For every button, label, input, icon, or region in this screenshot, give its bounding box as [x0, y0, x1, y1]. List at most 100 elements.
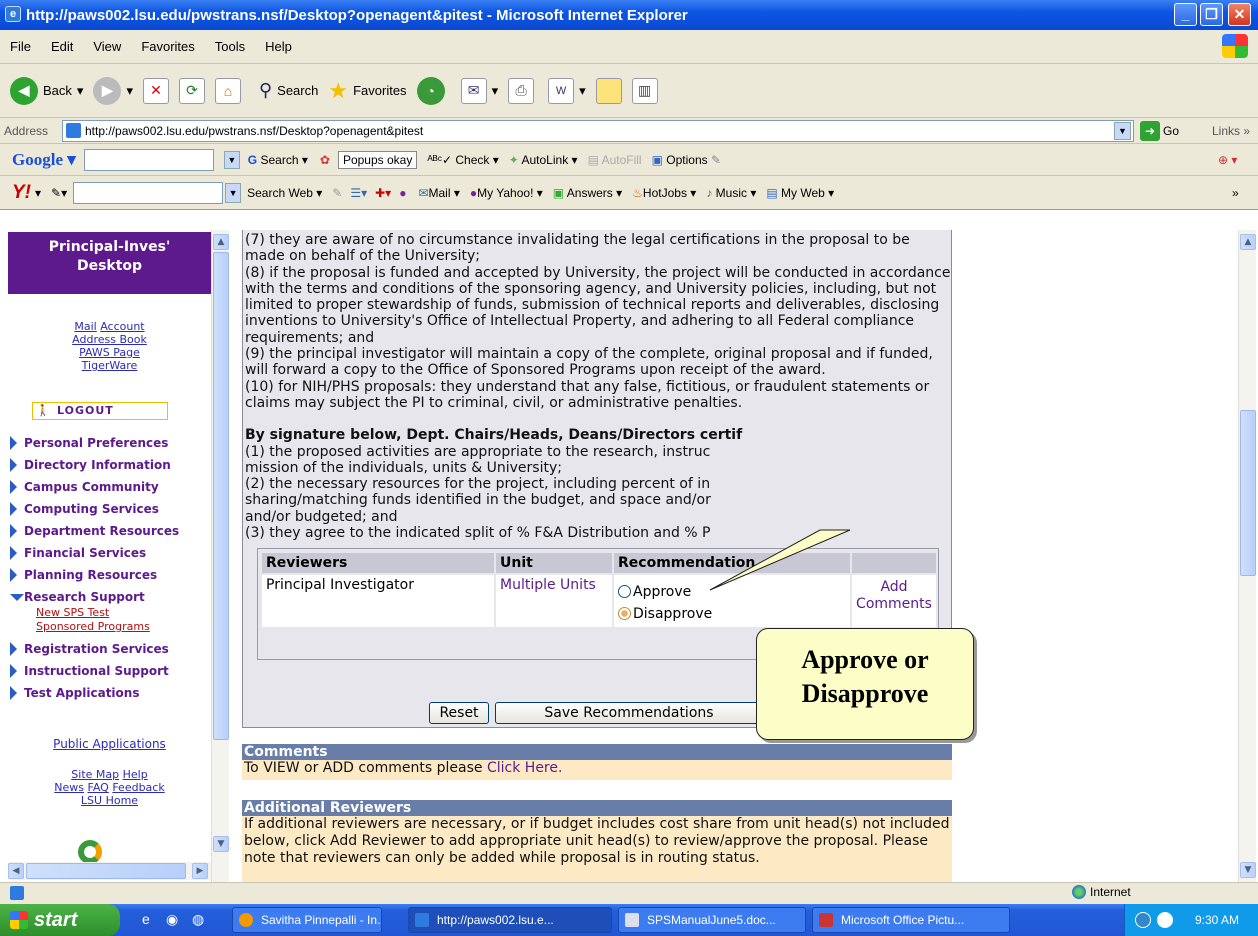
nav-personal-preferences[interactable]: Personal Preferences	[8, 436, 211, 450]
layout-icon[interactable]: ☰▾	[350, 186, 367, 200]
yahoo-logo[interactable]: Y!	[12, 182, 31, 204]
autolink-button[interactable]: ✦ AutoLink ▾	[509, 153, 578, 167]
task-paws[interactable]: http://paws002.lsu.e...	[408, 907, 612, 933]
antispy-icon[interactable]: ✚▾	[375, 186, 391, 200]
word-icon[interactable]: W	[548, 77, 575, 104]
address-input[interactable]: http://paws002.lsu.edu/pwstrans.nsf/Desk…	[62, 120, 1134, 142]
translate-icon[interactable]: ⊕ ▾	[1218, 153, 1237, 167]
sub-new-sps-test[interactable]: New SPS Test	[36, 606, 109, 619]
menu-edit[interactable]: Edit	[41, 39, 83, 54]
yahoo-menu-dropdown[interactable]: ▾	[35, 186, 41, 200]
lsu-home-link[interactable]: LSU Home	[81, 794, 138, 807]
nav-registration-services[interactable]: Registration Services	[8, 642, 211, 656]
yahoo-circle-icon[interactable]: ●	[399, 186, 406, 200]
google-search-input[interactable]	[83, 148, 214, 171]
google-dropdown-icon[interactable]: ▼	[223, 150, 240, 169]
h-scroll-thumb[interactable]	[26, 863, 186, 879]
menu-file[interactable]: File	[0, 39, 41, 54]
main-vertical-scrollbar[interactable]: ▲ ▼	[1238, 230, 1256, 882]
task-office-picture[interactable]: Microsoft Office Pictu...	[812, 907, 1010, 933]
maximize-button[interactable]: ❐	[1200, 3, 1223, 26]
nav-research-support[interactable]: Research Support	[8, 590, 211, 604]
yahoo-mail-button[interactable]: ✉Mail ▾	[418, 186, 459, 200]
left-horizontal-scrollbar[interactable]: ◀ ▶	[8, 862, 211, 880]
research-icon[interactable]: ▥	[631, 77, 658, 104]
faq-link[interactable]: FAQ	[88, 781, 109, 794]
search-web-button[interactable]: Search Web ▾	[247, 186, 322, 200]
menu-view[interactable]: View	[83, 39, 131, 54]
start-button[interactable]: start	[0, 904, 120, 936]
menu-favorites[interactable]: Favorites	[131, 39, 204, 54]
home-icon[interactable]: ⌂	[214, 77, 241, 104]
menu-help[interactable]: Help	[255, 39, 302, 54]
hotjobs-button[interactable]: ♨HotJobs ▾	[632, 186, 696, 200]
go-button[interactable]: ➜ Go	[1140, 120, 1179, 141]
task-word-doc[interactable]: SPSManualJune5.doc...	[618, 907, 806, 933]
folder-icon[interactable]	[595, 77, 622, 104]
save-recommendations-button[interactable]: Save Recommendations	[495, 702, 763, 724]
disapprove-radio[interactable]: Disapprove	[618, 603, 846, 625]
paws-page-link[interactable]: PAWS Page	[79, 346, 140, 359]
search-button[interactable]: ⚲ Search	[259, 80, 318, 101]
tigerware-link[interactable]: TigerWare	[82, 359, 138, 372]
news-link[interactable]: News	[54, 781, 84, 794]
site-map-link[interactable]: Site Map	[71, 768, 119, 781]
google-logo[interactable]: Google ▾	[12, 150, 76, 170]
scroll-down-icon[interactable]: ▼	[213, 836, 229, 852]
history-icon[interactable]: ◔	[416, 76, 445, 105]
minimize-button[interactable]: _	[1174, 3, 1197, 26]
scroll-thumb[interactable]	[213, 252, 229, 740]
options-button[interactable]: ▣ Options ✎	[652, 153, 721, 167]
links-button[interactable]: Links »	[1212, 124, 1250, 138]
scroll-up-icon[interactable]: ▲	[213, 234, 229, 250]
pencil-icon[interactable]: ✎▾	[51, 186, 67, 200]
refresh-icon[interactable]: ⟳	[178, 77, 205, 104]
tray-network-icon[interactable]	[1157, 912, 1173, 928]
highlight-icon[interactable]: ✎	[332, 186, 342, 200]
yahoo-dropdown-icon[interactable]: ▼	[225, 182, 242, 203]
yahoo-search-input[interactable]	[73, 181, 224, 204]
nav-directory-information[interactable]: Directory Information	[8, 458, 211, 472]
my-yahoo-button[interactable]: ●My Yahoo! ▾	[470, 186, 543, 200]
nav-instructional-support[interactable]: Instructional Support	[8, 664, 211, 678]
left-vertical-scrollbar[interactable]: ▲ ▼	[211, 230, 229, 882]
radio-disapprove[interactable]	[618, 607, 631, 620]
address-dropdown-icon[interactable]: ▼	[1114, 122, 1131, 140]
ie-quicklaunch-icon[interactable]: e	[142, 911, 150, 927]
tray-arrow-icon[interactable]	[1135, 912, 1151, 928]
nav-campus-community[interactable]: Campus Community	[8, 480, 211, 494]
sub-sponsored-programs[interactable]: Sponsored Programs	[36, 620, 150, 633]
desktop-quicklaunch-icon[interactable]: ◍	[192, 911, 204, 928]
print-icon[interactable]: ⎙	[508, 77, 535, 104]
nav-test-applications[interactable]: Test Applications	[8, 686, 211, 700]
favorites-button[interactable]: ★ Favorites	[328, 78, 406, 104]
nav-computing-services[interactable]: Computing Services	[8, 502, 211, 516]
google-search-button[interactable]: G Search ▾	[248, 153, 308, 167]
spellcheck-button[interactable]: ᴬᴮᶜ✓ Check ▾	[427, 153, 498, 167]
menu-tools[interactable]: Tools	[205, 39, 255, 54]
logout-button[interactable]: 🚶 LOGOUT	[32, 402, 168, 420]
my-web-button[interactable]: ▤ My Web ▾	[766, 186, 834, 200]
nav-department-resources[interactable]: Department Resources	[8, 524, 211, 538]
scroll-up-icon[interactable]: ▲	[1240, 234, 1256, 250]
reset-button[interactable]: Reset	[429, 702, 489, 724]
unit-link[interactable]: Multiple Units	[496, 575, 612, 627]
back-button[interactable]: ◀ Back ▾	[10, 76, 83, 105]
stop-icon[interactable]: ✕	[142, 77, 169, 104]
pagerank-icon[interactable]: ✿	[320, 153, 330, 167]
answers-button[interactable]: ▣ Answers ▾	[553, 186, 622, 200]
help-link[interactable]: Help	[123, 768, 148, 781]
forward-button[interactable]: ▶ ▾	[93, 76, 133, 105]
feedback-link[interactable]: Feedback	[112, 781, 164, 794]
click-here-link[interactable]: Click Here.	[487, 760, 562, 776]
scroll-down-icon[interactable]: ▼	[1240, 862, 1256, 878]
scroll-left-icon[interactable]: ◀	[8, 863, 24, 879]
address-book-link[interactable]: Address Book	[72, 333, 147, 346]
close-button[interactable]: ✕	[1228, 3, 1251, 26]
mail-link[interactable]: Mail	[74, 320, 96, 333]
autofill-button[interactable]: ▤ AutoFill	[588, 153, 642, 167]
music-button[interactable]: ♪ Music ▾	[706, 186, 756, 200]
radio-approve[interactable]	[618, 585, 631, 598]
task-savitha[interactable]: Savitha Pinnepalli - In...	[232, 907, 382, 933]
public-applications-link[interactable]: Public Applications	[8, 738, 211, 751]
